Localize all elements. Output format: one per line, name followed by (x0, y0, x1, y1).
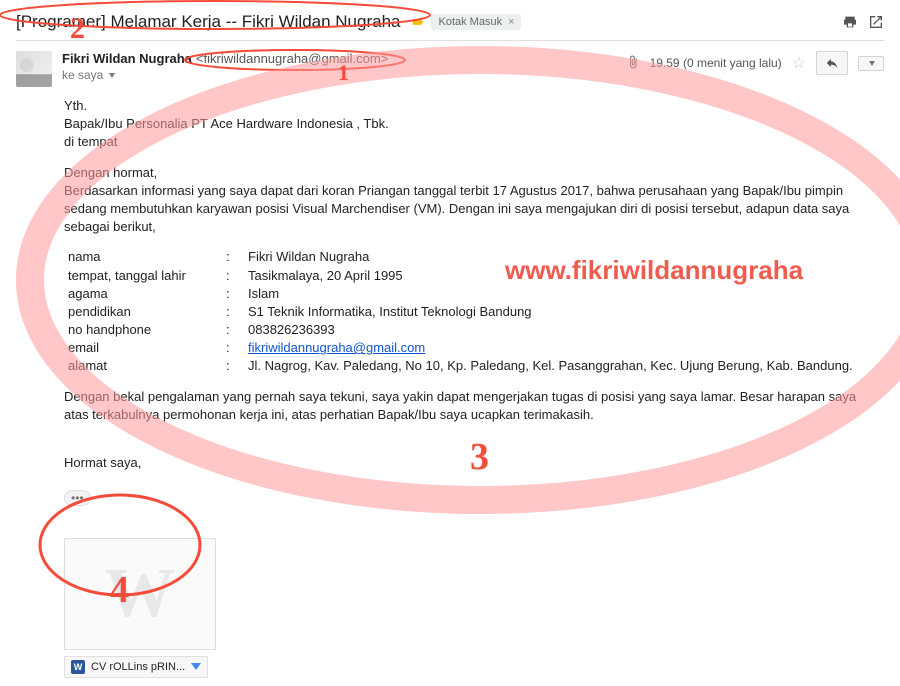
recipient-label: ke saya (62, 68, 103, 82)
attachment-chip[interactable]: W CV rOLLins pRIN... (64, 656, 208, 678)
email-time: 19.59 (0 menit yang lalu) (650, 56, 782, 70)
addressee-line-2: di tempat (64, 134, 117, 149)
field-label: tempat, tanggal lahir (64, 267, 222, 285)
applicant-field-row: email:fikriwildannugraha@gmail.com (64, 339, 857, 357)
word-file-icon: W (71, 660, 85, 674)
download-icon[interactable] (191, 663, 201, 670)
applicant-data-table: nama:Fikri Wildan Nugrahatempat, tanggal… (64, 248, 857, 375)
addressee-line-1: Bapak/Ibu Personalia PT Ace Hardware Ind… (64, 116, 389, 131)
field-label: nama (64, 248, 222, 266)
field-value: Tasikmalaya, 20 April 1995 (244, 267, 857, 285)
chevron-down-icon (869, 61, 875, 66)
chevron-down-icon (109, 73, 115, 78)
recipient-dropdown[interactable]: ke saya (62, 68, 388, 82)
field-label: alamat (64, 357, 222, 375)
field-value[interactable]: fikriwildannugraha@gmail.com (244, 339, 857, 357)
field-value: Islam (244, 285, 857, 303)
paperclip-icon (626, 55, 640, 72)
field-value: Fikri Wildan Nugraha (244, 248, 857, 266)
field-label: email (64, 339, 222, 357)
email-header: Fikri Wildan Nugraha <fikriwildannugraha… (16, 41, 884, 93)
sender-email: <fikriwildannugraha@gmail.com> (196, 51, 388, 66)
applicant-field-row: pendidikan:S1 Teknik Informatika, Instit… (64, 303, 857, 321)
field-label: no handphone (64, 321, 222, 339)
opening: Dengan hormat, (64, 165, 157, 180)
attachment-section: W W CV rOLLins pRIN... (16, 508, 884, 678)
label-tag-icon[interactable] (411, 15, 425, 29)
field-value: 083826236393 (244, 321, 857, 339)
inbox-label-text: Kotak Masuk (439, 16, 503, 28)
field-value: S1 Teknik Informatika, Institut Teknolog… (244, 303, 857, 321)
attachment-preview[interactable]: W (64, 538, 216, 650)
show-trimmed-toggle[interactable]: ••• (64, 490, 91, 506)
paragraph-2: Dengan bekal pengalaman yang pernah saya… (64, 388, 884, 424)
applicant-field-row: nama:Fikri Wildan Nugraha (64, 248, 857, 266)
sender-name: Fikri Wildan Nugraha (62, 51, 192, 66)
more-actions-button[interactable] (858, 56, 884, 71)
paragraph-1: Berdasarkan informasi yang saya dapat da… (64, 183, 849, 234)
print-icon[interactable] (842, 14, 858, 30)
applicant-field-row: alamat:Jl. Nagrog, Kav. Paledang, No 10,… (64, 357, 857, 375)
email-subject: [Programer] Melamar Kerja -- Fikri Wilda… (16, 12, 401, 32)
field-value: Jl. Nagrog, Kav. Paledang, No 10, Kp. Pa… (244, 357, 857, 375)
field-label: agama (64, 285, 222, 303)
subject-row: [Programer] Melamar Kerja -- Fikri Wilda… (16, 8, 884, 41)
open-new-window-icon[interactable] (868, 14, 884, 30)
applicant-field-row: tempat, tanggal lahir:Tasikmalaya, 20 Ap… (64, 267, 857, 285)
star-icon[interactable]: ☆ (792, 53, 806, 73)
attachment-filename: CV rOLLins pRIN... (91, 661, 185, 673)
email-link[interactable]: fikriwildannugraha@gmail.com (248, 340, 425, 355)
inbox-label-chip[interactable]: Kotak Masuk × (431, 14, 521, 30)
greeting: Yth. (64, 98, 87, 113)
word-doc-preview-icon: W (105, 554, 175, 634)
signoff: Hormat saya, (64, 454, 884, 472)
remove-label-icon[interactable]: × (508, 16, 514, 28)
email-body: Yth. Bapak/Ibu Personalia PT Ace Hardwar… (16, 93, 884, 508)
field-label: pendidikan (64, 303, 222, 321)
reply-button[interactable] (816, 51, 848, 75)
sender-avatar[interactable] (16, 51, 52, 87)
applicant-field-row: no handphone:083826236393 (64, 321, 857, 339)
applicant-field-row: agama:Islam (64, 285, 857, 303)
